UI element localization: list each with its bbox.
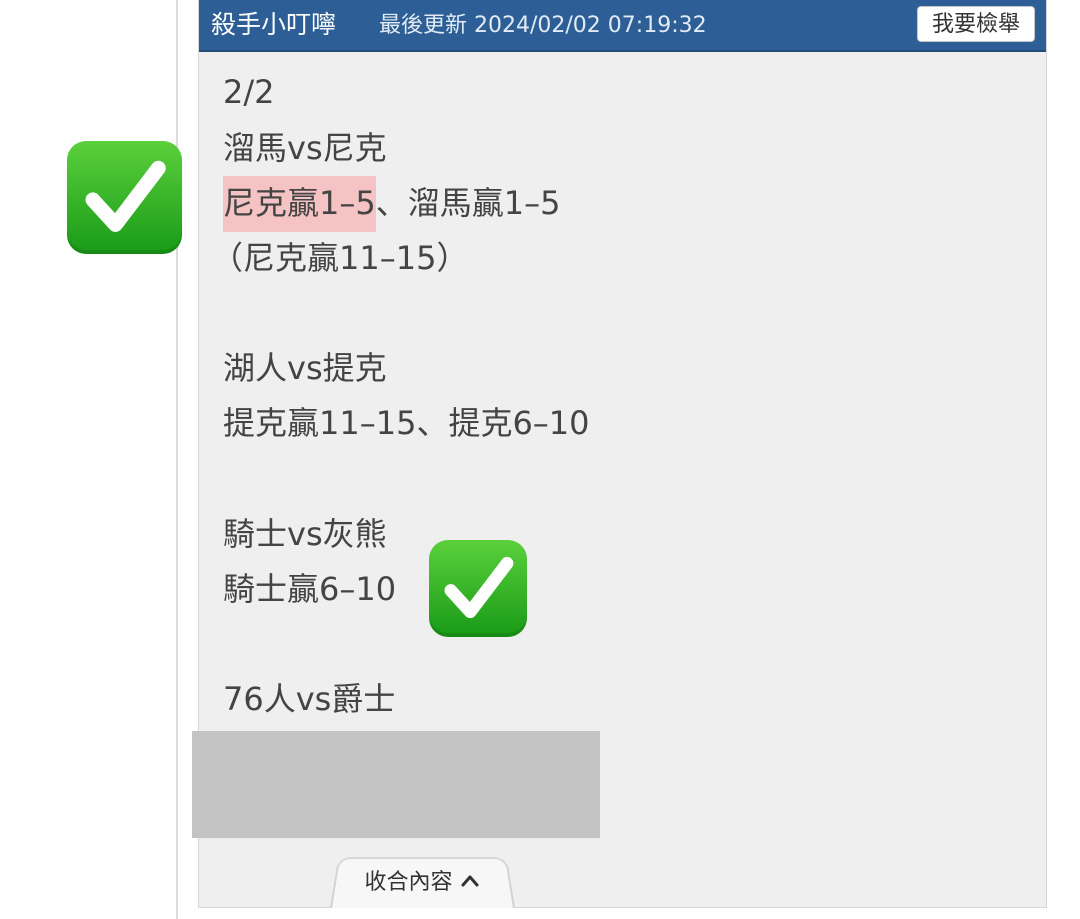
game-3-title: 騎士vs灰熊 (223, 515, 387, 553)
highlighted-pick: 尼克贏1–5 (223, 176, 376, 232)
post-header: 殺手小叮嚀 最後更新 2024/02/02 07:19:32 我要檢舉 (199, 0, 1046, 52)
game-2-pick: 提克贏11–15、提克6–10 (223, 404, 590, 442)
collapse-label: 收合內容 (364, 870, 453, 895)
redacted-block (192, 731, 600, 838)
game-1-pick: 尼克贏1–5、溜馬贏1–5 (223, 176, 561, 232)
left-divider (176, 0, 178, 919)
check-mark-button-icon (429, 540, 527, 637)
game-2-title: 湖人vs提克 (223, 349, 387, 387)
game-4-title: 76人vs爵士 (223, 680, 396, 718)
game-1-title: 溜馬vs尼克 (223, 129, 387, 167)
game-1-note: （尼克贏11–15） (211, 239, 469, 277)
check-mark-button-icon (67, 141, 182, 254)
post-date: 2/2 (223, 73, 275, 111)
collapse-content-button[interactable]: 收合內容 (330, 866, 515, 900)
game-3-pick: 騎士贏6–10 (223, 570, 397, 608)
chevron-up-icon (461, 875, 478, 887)
author-name[interactable]: 殺手小叮嚀 (211, 9, 336, 41)
last-updated: 最後更新 2024/02/02 07:19:32 (379, 13, 707, 38)
report-button[interactable]: 我要檢舉 (916, 6, 1035, 42)
game-1-pick-rest: 、溜馬贏1–5 (375, 184, 561, 222)
